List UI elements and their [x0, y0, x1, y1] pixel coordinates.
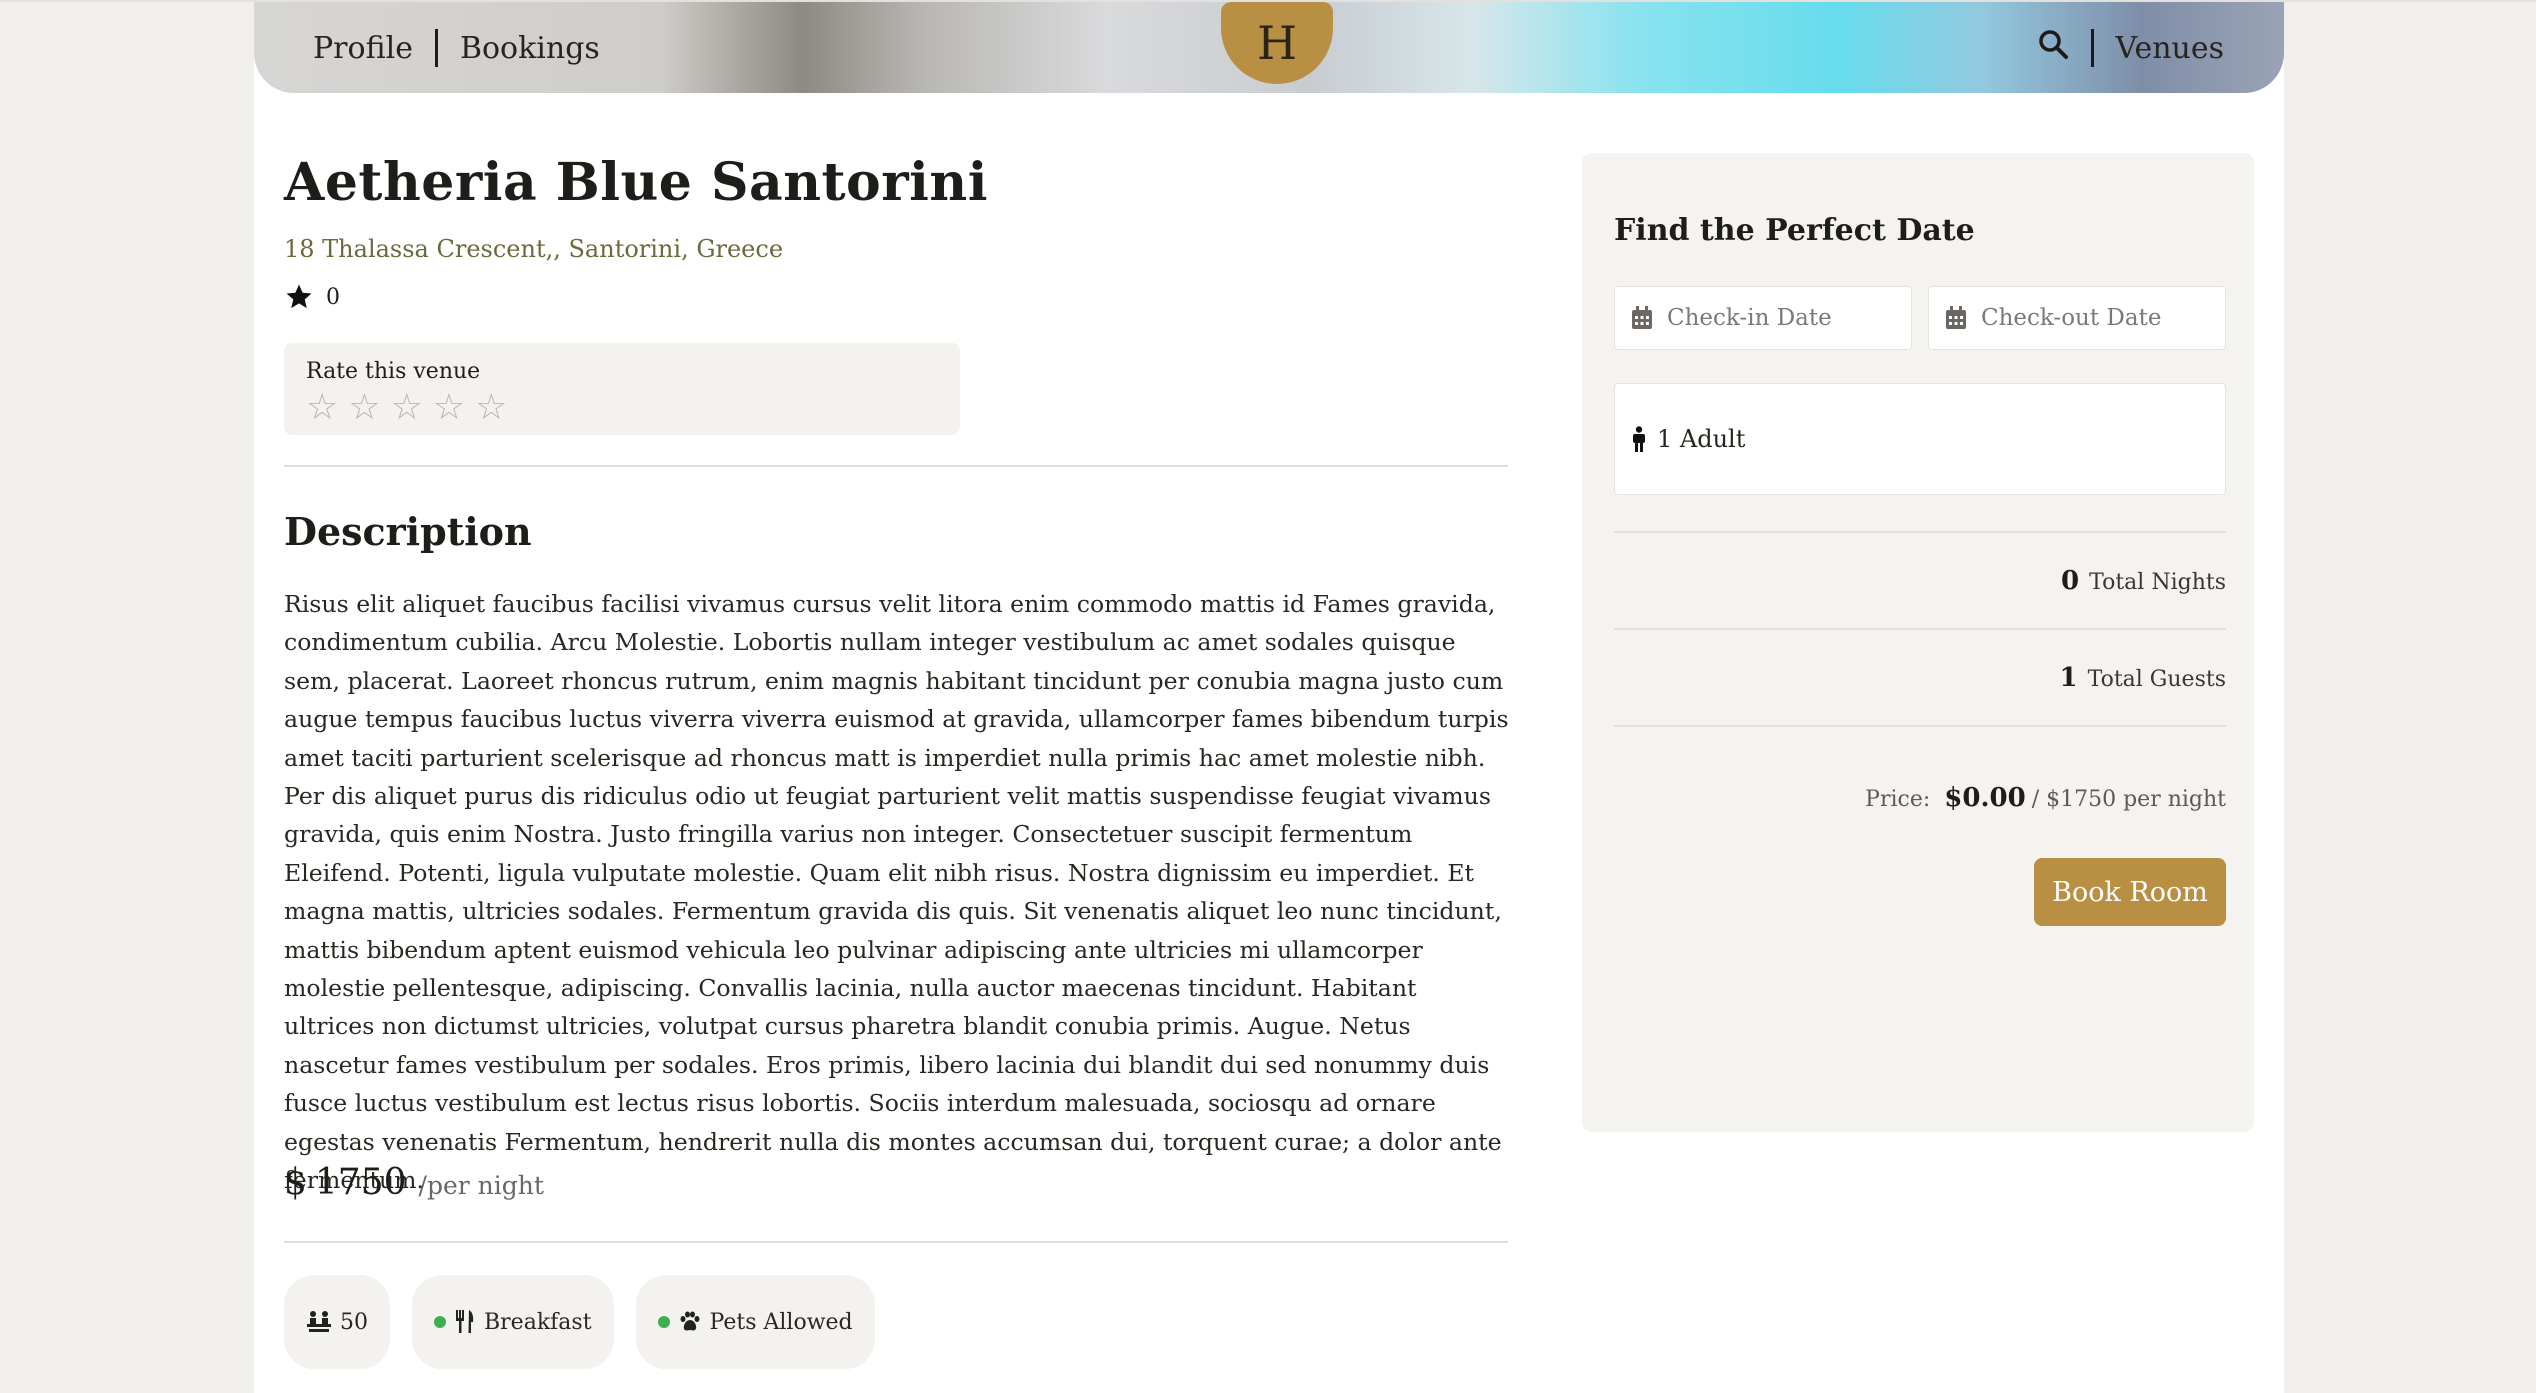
rate-star-3-icon[interactable]: ☆: [391, 390, 423, 426]
search-icon[interactable]: [2037, 28, 2069, 68]
amenities-list: 50 Breakfast Pets Allowed: [284, 1275, 875, 1369]
checkin-placeholder: Check-in Date: [1667, 305, 1832, 331]
total-nights: 0 Total Nights: [2061, 566, 2226, 596]
price-label: Price:: [1865, 787, 1931, 812]
venue-rating: 0: [284, 282, 340, 312]
rate-venue-box: Rate this venue ☆ ☆ ☆ ☆ ☆: [284, 343, 960, 435]
rate-star-4-icon[interactable]: ☆: [433, 390, 465, 426]
paw-icon: [680, 1311, 700, 1331]
amenity-breakfast: Breakfast: [412, 1275, 614, 1369]
checkin-date-input[interactable]: Check-in Date: [1614, 286, 1912, 350]
calendar-icon: [1946, 306, 1966, 329]
price-amount: $0.00: [1944, 783, 2026, 813]
total-nights-label: Total Nights: [2089, 570, 2226, 595]
rating-value: 0: [326, 284, 340, 310]
divider: [1614, 531, 2226, 533]
venue-title: Aetheria Blue Santorini: [284, 152, 988, 213]
booking-card: Find the Perfect Date Check-in Date Chec…: [1582, 153, 2254, 1132]
nav-divider: [2090, 29, 2094, 67]
person-icon: [1633, 426, 1645, 452]
booking-price: Price: $0.00 / $1750 per night: [1865, 783, 2226, 813]
rate-star-2-icon[interactable]: ☆: [348, 390, 380, 426]
description-heading: Description: [284, 509, 532, 554]
page-sheet: Profile Bookings H Venues Aetheria Blue …: [254, 2, 2284, 1393]
rate-stars: ☆ ☆ ☆ ☆ ☆: [306, 390, 938, 426]
rate-star-1-icon[interactable]: ☆: [306, 390, 338, 426]
calendar-icon: [1632, 306, 1652, 329]
rate-venue-label: Rate this venue: [306, 359, 481, 384]
book-room-button[interactable]: Book Room: [2034, 858, 2226, 926]
booking-title: Find the Perfect Date: [1614, 213, 1975, 248]
header-nav-left: Profile Bookings: [313, 26, 600, 70]
guests-value: 1 Adult: [1657, 425, 1746, 453]
divider: [284, 465, 1508, 467]
total-guests-label: Total Guests: [2087, 667, 2226, 692]
utensils-icon: [456, 1310, 474, 1333]
site-header: Profile Bookings H Venues: [254, 2, 2284, 93]
divider: [1614, 725, 2226, 727]
breakfast-label: Breakfast: [484, 1309, 592, 1335]
nav-divider: [434, 29, 438, 67]
nav-venues-link[interactable]: Venues: [2116, 31, 2224, 66]
nav-bookings-link[interactable]: Bookings: [460, 31, 600, 66]
logo-letter: H: [1256, 16, 1298, 70]
header-nav-right: Venues: [2037, 26, 2224, 70]
divider: [1614, 628, 2226, 630]
price-per-night: / $1750 per night: [2031, 787, 2226, 812]
price-symbol: $: [284, 1162, 307, 1203]
checkout-date-input[interactable]: Check-out Date: [1928, 286, 2226, 350]
max-guests-value: 50: [340, 1309, 368, 1335]
nav-profile-link[interactable]: Profile: [313, 31, 413, 66]
rate-star-5-icon[interactable]: ☆: [475, 390, 507, 426]
venue-price: $ 1750 /per night: [284, 1162, 544, 1203]
guests-icon: [307, 1311, 331, 1332]
total-guests-value: 1: [2059, 663, 2078, 693]
divider: [284, 1241, 1508, 1243]
pets-label: Pets Allowed: [709, 1309, 853, 1335]
checkout-placeholder: Check-out Date: [1981, 305, 2162, 331]
star-filled-icon: [286, 284, 312, 309]
available-dot: [434, 1316, 446, 1328]
amenity-max-guests: 50: [284, 1275, 390, 1369]
amenity-pets: Pets Allowed: [635, 1275, 875, 1369]
price-value: 1750: [314, 1162, 407, 1203]
guests-selector[interactable]: 1 Adult: [1614, 383, 2226, 495]
available-dot: [657, 1316, 670, 1328]
site-logo[interactable]: H: [1221, 2, 1333, 84]
total-guests: 1 Total Guests: [2060, 663, 2226, 693]
total-nights-value: 0: [2061, 566, 2080, 596]
venue-address: 18 Thalassa Crescent,, Santorini, Greece: [284, 235, 784, 263]
description-text: Risus elit aliquet faucibus facilisi viv…: [284, 590, 1509, 1195]
price-unit: /per night: [418, 1171, 544, 1200]
